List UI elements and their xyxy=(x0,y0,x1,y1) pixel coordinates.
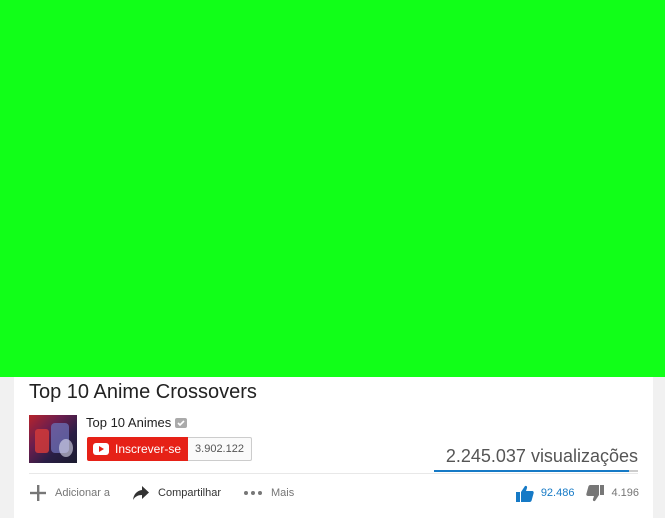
thumbs-down-icon xyxy=(586,484,605,502)
share-arrow-icon xyxy=(132,485,150,501)
more-dots-icon xyxy=(243,490,263,496)
add-to-button[interactable]: Adicionar a xyxy=(29,484,110,502)
divider xyxy=(29,473,638,474)
channel-avatar[interactable] xyxy=(29,415,77,463)
action-bar: Adicionar a Compartilhar Mais xyxy=(29,483,316,503)
subscriber-count: 3.902.122 xyxy=(188,437,252,461)
like-ratio-fill xyxy=(434,470,630,472)
video-info-card: Top 10 Anime Crossovers Top 10 Animes In… xyxy=(14,377,653,518)
view-count: 2.245.037 visualizações xyxy=(445,446,638,466)
dislike-button[interactable]: 4.196 xyxy=(586,484,639,502)
subscribe-button[interactable]: Inscrever-se xyxy=(87,437,189,461)
add-to-label: Adicionar a xyxy=(55,487,111,499)
channel-name-row: Top 10 Animes xyxy=(86,415,188,430)
video-player[interactable] xyxy=(0,0,665,377)
youtube-play-icon xyxy=(93,443,109,455)
thumbs-up-icon xyxy=(515,485,534,502)
share-label: Compartilhar xyxy=(158,487,222,499)
subscribe-label: Inscrever-se xyxy=(115,442,182,456)
like-dislike-bar xyxy=(434,470,638,472)
subscribe-group: Inscrever-se 3.902.122 xyxy=(87,437,252,461)
dislike-count: 4.196 xyxy=(611,487,639,499)
share-button[interactable]: Compartilhar xyxy=(132,485,221,501)
verified-badge-icon xyxy=(175,417,188,428)
like-dislike-group: 92.486 4.196 xyxy=(515,483,639,503)
like-count: 92.486 xyxy=(540,487,575,499)
plus-icon xyxy=(29,484,47,502)
like-button[interactable]: 92.486 xyxy=(515,485,575,502)
more-label: Mais xyxy=(271,487,295,499)
more-button[interactable]: Mais xyxy=(243,487,294,499)
video-title: Top 10 Anime Crossovers xyxy=(29,381,257,403)
channel-name-link[interactable]: Top 10 Animes xyxy=(86,415,171,430)
